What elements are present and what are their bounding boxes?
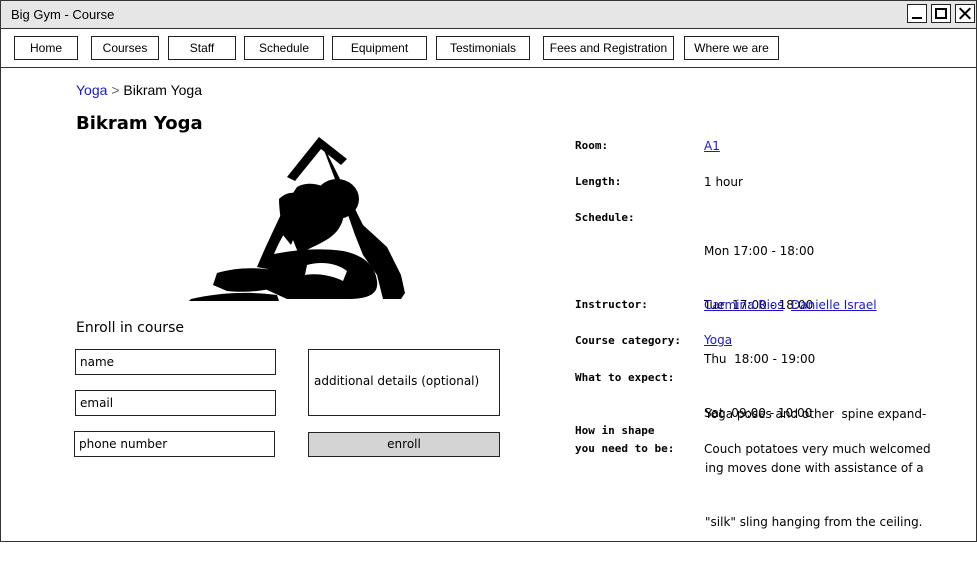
title-bar: Big Gym - Course [1, 1, 976, 29]
expect-line: ing moves done with assistance of a [705, 461, 924, 475]
shape-value: Couch potatoes very much welcomed [704, 442, 931, 456]
enroll-button[interactable]: enroll [308, 432, 500, 457]
email-field[interactable] [75, 390, 276, 416]
breadcrumb-separator: > [111, 82, 120, 98]
instructor-label: Instructor: [575, 298, 648, 311]
category-label: Course category: [575, 334, 681, 347]
main-nav: Home Courses Staff Schedule Equipment Te… [1, 29, 976, 68]
nav-fees-registration[interactable]: Fees and Registration [543, 36, 674, 60]
expect-line: Yoga poses and other spine expand- [705, 407, 927, 421]
nav-equipment[interactable]: Equipment [332, 36, 427, 60]
room-link[interactable]: A1 [704, 137, 720, 155]
expect-line: "silk" sling hanging from the ceiling. [705, 515, 923, 529]
room-label: Room: [575, 139, 609, 152]
shape-label-line1: How in shape [575, 424, 655, 437]
expect-label: What to expect: [575, 371, 675, 384]
length-value: 1 hour [704, 175, 743, 189]
expect-text: Yoga poses and other spine expand- ing m… [705, 369, 926, 567]
category-link[interactable]: Yoga [704, 331, 732, 349]
nav-testimonials[interactable]: Testimonials [436, 36, 530, 60]
schedule-label: Schedule: [575, 211, 635, 224]
nav-courses[interactable]: Courses [91, 36, 159, 60]
app-window: Big Gym - Course Home Courses Staff Sche… [0, 0, 977, 542]
yoga-pose-image [189, 137, 405, 301]
schedule-item: Mon 17:00 - 18:00 [704, 244, 815, 258]
close-icon[interactable] [955, 4, 975, 23]
nav-schedule[interactable]: Schedule [244, 36, 324, 60]
enroll-heading: Enroll in course [76, 320, 184, 336]
minimize-icon[interactable] [907, 4, 927, 23]
window-title: Big Gym - Course [11, 7, 115, 22]
nav-staff[interactable]: Staff [168, 36, 236, 60]
instructor-link-danielle[interactable]: Danielle Israel [791, 296, 877, 314]
breadcrumb-parent[interactable]: Yoga [76, 82, 107, 98]
breadcrumb: Yoga > Bikram Yoga [76, 82, 202, 98]
length-label: Length: [575, 175, 622, 188]
nav-where-we-are[interactable]: Where we are [684, 36, 779, 60]
page-title: Bikram Yoga [76, 113, 203, 134]
name-field[interactable] [75, 349, 276, 375]
shape-label-line2: you need to be: [575, 442, 675, 455]
breadcrumb-current: Bikram Yoga [123, 82, 202, 98]
phone-field[interactable] [74, 431, 275, 457]
additional-details-field[interactable] [308, 349, 500, 416]
instructor-link-carmina[interactable]: Carmina Rios [704, 296, 784, 314]
maximize-icon[interactable] [931, 4, 951, 23]
schedule-item: Thu 18:00 - 19:00 [704, 352, 816, 366]
nav-home[interactable]: Home [14, 36, 78, 60]
